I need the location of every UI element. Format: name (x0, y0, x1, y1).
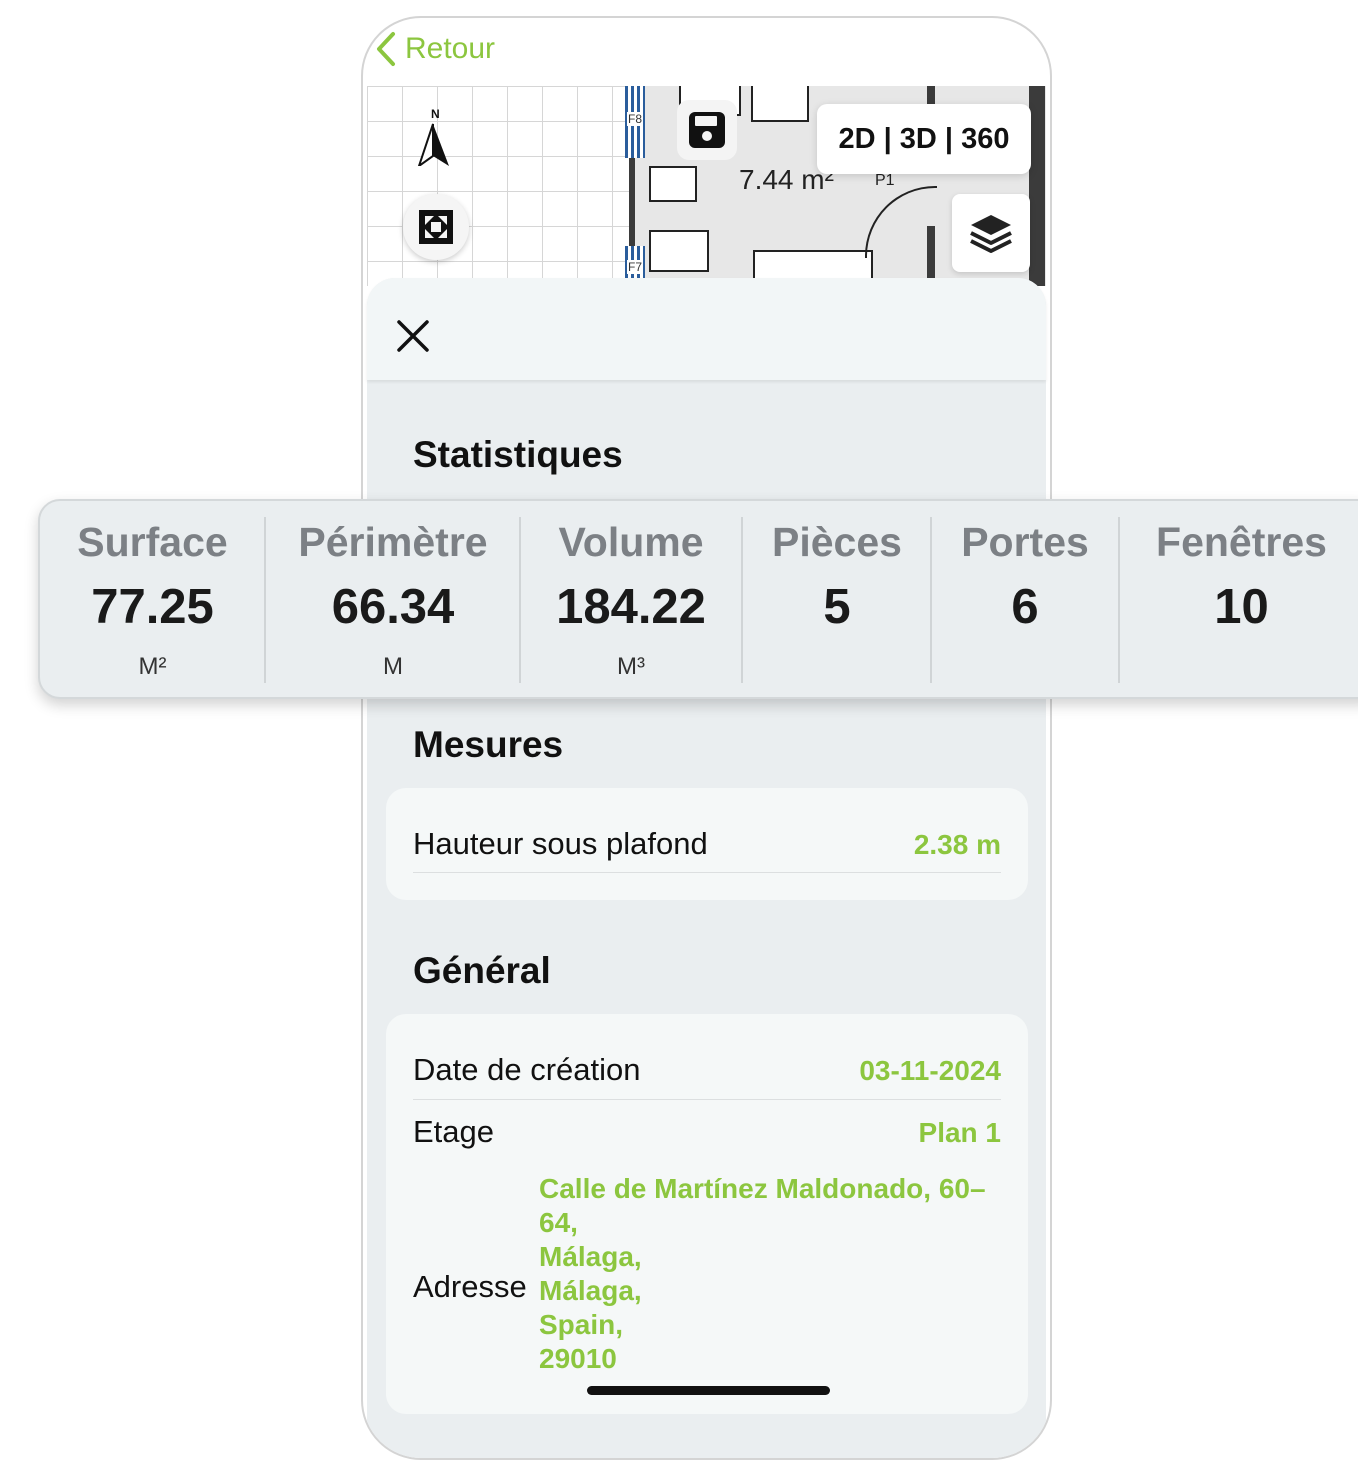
address-label: Adresse (413, 1269, 527, 1304)
layers-icon (970, 215, 1012, 253)
stat-label: Surface (77, 519, 228, 565)
stat-value: 77.25 (91, 580, 214, 634)
floor-plan-wall (1029, 86, 1045, 286)
address-line: Málaga, (539, 1241, 642, 1272)
back-button[interactable]: Retour (375, 26, 495, 72)
address-line: 64, (539, 1207, 578, 1238)
save-button[interactable] (677, 100, 737, 160)
ceiling-height-value: 2.38 m (913, 829, 1001, 860)
address-line: Málaga, (539, 1275, 642, 1306)
floor-row: Etage Plan 1 (413, 1114, 1001, 1150)
stat-value: 10 (1214, 580, 1269, 634)
layers-button[interactable] (952, 194, 1030, 272)
floor-plan-map[interactable]: F8 F7 7.44 m² P1 N 2D | 3D | 360 (367, 86, 1046, 286)
address-line: 29010 (539, 1343, 617, 1374)
expand-icon (419, 210, 453, 244)
stat-doors: Portes 6 (932, 501, 1118, 697)
fixture (751, 86, 809, 122)
row-divider (413, 1099, 1001, 1100)
window-label-f7: F7 (627, 260, 644, 274)
stat-unit: M² (138, 653, 167, 680)
close-icon[interactable] (393, 316, 433, 356)
stat-surface: Surface 77.25 M² (40, 501, 265, 697)
door-label: P1 (875, 172, 895, 189)
ceiling-height-label: Hauteur sous plafond (413, 826, 708, 861)
phone-frame: Retour F8 F7 7.44 m² P1 N 2D | 3D | 360 … (361, 16, 1052, 1460)
chevron-left-icon (377, 32, 395, 66)
statistics-panel: Surface 77.25 M² Périmètre 66.34 M Volum… (38, 499, 1358, 699)
sink-fixture (649, 166, 697, 202)
ceiling-height-row: Hauteur sous plafond 2.38 m (413, 826, 1001, 862)
compass-icon: N (417, 107, 449, 166)
stat-perimeter: Périmètre 66.34 M (266, 501, 520, 697)
stat-unit: M (383, 653, 403, 680)
stat-label: Volume (558, 519, 704, 565)
address-line: Calle de Martínez Maldonado, 60– (539, 1173, 986, 1204)
stat-label: Pièces (772, 519, 902, 565)
stat-value: 5 (823, 580, 851, 634)
back-label: Retour (405, 32, 496, 65)
general-card: Date de création 03-11-2024 Etage Plan 1… (386, 1014, 1028, 1414)
stat-rooms: Pièces 5 (743, 501, 931, 697)
stat-value: 6 (1011, 580, 1039, 634)
stat-label: Périmètre (298, 519, 488, 565)
details-sheet: Statistiques Mesures Hauteur sous plafon… (367, 278, 1046, 1458)
stat-volume: Volume 184.22 M³ (521, 501, 741, 697)
statistics-title: Statistiques (413, 434, 623, 475)
measures-card: Hauteur sous plafond 2.38 m (386, 788, 1028, 900)
sheet-header (367, 278, 1046, 380)
view-mode-switch[interactable]: 2D | 3D | 360 (817, 104, 1031, 174)
stat-label: Portes (961, 519, 1089, 565)
floor-value: Plan 1 (918, 1117, 1001, 1148)
stat-unit: M³ (617, 653, 645, 680)
sink-fixture (649, 230, 709, 272)
creation-date-label: Date de création (413, 1052, 641, 1087)
view-mode-label: 2D | 3D | 360 (838, 122, 1010, 155)
stat-label: Fenêtres (1156, 519, 1327, 565)
stat-value: 66.34 (331, 580, 455, 634)
stat-windows: Fenêtres 10 (1120, 501, 1358, 697)
window-label-f8: F8 (627, 112, 644, 126)
measures-title: Mesures (413, 724, 564, 765)
floppy-disk-icon (689, 112, 725, 148)
creation-date-value: 03-11-2024 (859, 1055, 1001, 1086)
floor-label: Etage (413, 1114, 495, 1149)
fullscreen-button[interactable] (403, 194, 469, 260)
general-title: Général (413, 950, 551, 991)
home-indicator (587, 1386, 830, 1395)
address-line: Spain, (539, 1309, 624, 1340)
creation-date-row: Date de création 03-11-2024 (413, 1052, 1001, 1088)
stat-value: 184.22 (556, 580, 706, 634)
address-value: Calle de Martínez Maldonado, 60– 64, Mál… (539, 1172, 986, 1376)
row-divider (413, 872, 1001, 873)
compass-label: N (431, 107, 440, 121)
